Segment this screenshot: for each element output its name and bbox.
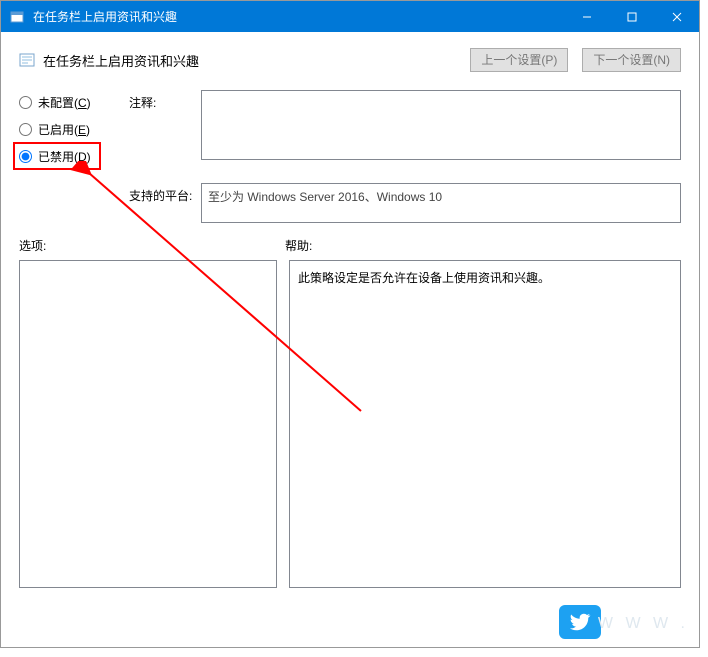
radio-group: 未配置(C) 已启用(E) 已禁用(D): [19, 90, 129, 175]
radio-enabled-input[interactable]: [19, 123, 32, 136]
previous-setting-button[interactable]: 上一个设置(P): [470, 48, 568, 72]
panels-row: 此策略设定是否允许在设备上使用资讯和兴趣。: [19, 260, 681, 588]
close-button[interactable]: [654, 1, 699, 32]
radio-not-configured-input[interactable]: [19, 96, 32, 109]
section-labels: 选项: 帮助:: [19, 237, 681, 254]
radio-disabled[interactable]: 已禁用(D): [19, 148, 129, 165]
app-icon: [9, 9, 25, 25]
maximize-button[interactable]: [609, 1, 654, 32]
comment-textarea[interactable]: [201, 90, 681, 160]
radio-disabled-label: 已禁用(D): [38, 148, 91, 165]
policy-icon: [19, 52, 35, 68]
radio-enabled-label: 已启用(E): [38, 121, 90, 138]
dialog-body: 在任务栏上启用资讯和兴趣 上一个设置(P) 下一个设置(N) 未配置(C) 已启…: [1, 32, 699, 604]
comment-label: 注释:: [129, 90, 201, 175]
watermark-text: W W W .: [598, 615, 689, 633]
platform-label: 支持的平台:: [129, 183, 201, 223]
header-row: 在任务栏上启用资讯和兴趣 上一个设置(P) 下一个设置(N): [19, 48, 681, 72]
radio-not-configured-label: 未配置(C): [38, 94, 91, 111]
radio-not-configured[interactable]: 未配置(C): [19, 94, 129, 111]
platform-row: 支持的平台: 至少为 Windows Server 2016、Windows 1…: [19, 183, 681, 223]
window-controls: [564, 1, 699, 32]
platform-value: 至少为 Windows Server 2016、Windows 10: [201, 183, 681, 223]
policy-title: 在任务栏上启用资讯和兴趣: [43, 51, 456, 70]
twitter-logo-overlay: [559, 605, 601, 639]
radio-enabled[interactable]: 已启用(E): [19, 121, 129, 138]
minimize-button[interactable]: [564, 1, 609, 32]
options-panel: [19, 260, 277, 588]
window-title: 在任务栏上启用资讯和兴趣: [33, 8, 564, 25]
titlebar: 在任务栏上启用资讯和兴趣: [1, 1, 699, 32]
next-setting-button[interactable]: 下一个设置(N): [582, 48, 681, 72]
radio-disabled-input[interactable]: [19, 150, 32, 163]
gpedit-policy-window: 在任务栏上启用资讯和兴趣 在任务栏上启用资讯和兴趣 上一个设置(P) 下一个设置…: [0, 0, 700, 648]
options-label: 选项:: [19, 237, 285, 254]
comment-row: 未配置(C) 已启用(E) 已禁用(D) 注释:: [19, 90, 681, 175]
help-label: 帮助:: [285, 237, 681, 254]
help-text: 此策略设定是否允许在设备上使用资讯和兴趣。: [298, 271, 550, 285]
help-panel: 此策略设定是否允许在设备上使用资讯和兴趣。: [289, 260, 681, 588]
